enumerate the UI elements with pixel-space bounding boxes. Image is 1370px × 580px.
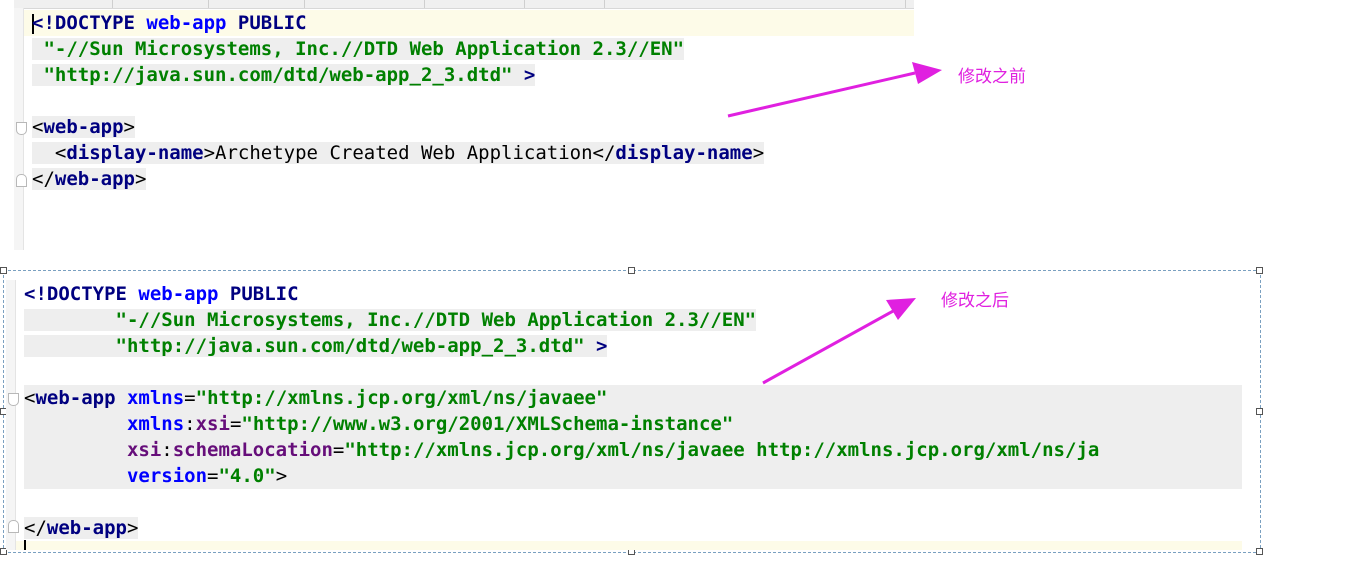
annotation-arrow-after: [762, 298, 916, 385]
annotation-after-label: 修改之后: [941, 291, 1009, 311]
